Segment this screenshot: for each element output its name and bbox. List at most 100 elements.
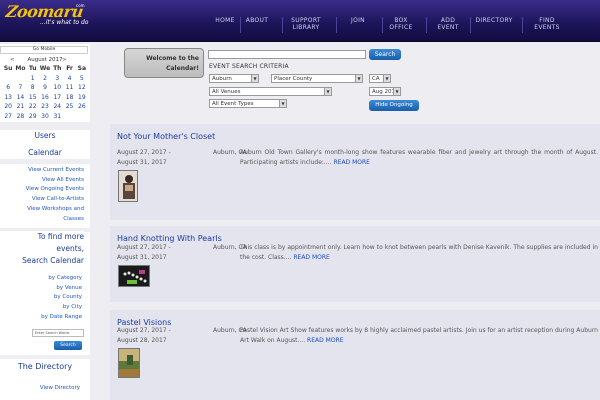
calendar-day[interactable]: 3 [51,75,63,82]
mini-calendar: < August 2017 > Su Mo Tu We Th Fr Sa 1 2… [2,56,88,121]
event-title[interactable]: Not Your Mother's Closet [117,132,215,141]
calendar-day[interactable]: 21 [14,103,26,110]
hide-ongoing-button[interactable]: Hide Ongoing [369,100,419,111]
nav-divider [282,17,283,33]
link-view-call-to-artists[interactable]: View Call-to-Artists [0,195,84,205]
weekday-label: Fr [66,65,73,73]
calendar-day[interactable]: 16 [39,94,51,101]
calendar-day[interactable]: 8 [27,84,39,91]
calendar-day[interactable]: 25 [63,103,75,110]
directory-title: The Directory [0,361,90,372]
calendar-day[interactable]: 30 [39,113,51,120]
link-view-ongoing-events[interactable]: View Ongoing Events [0,185,84,195]
state-select[interactable]: CA ▼ [369,74,391,83]
read-more-link[interactable]: READ MORE [334,159,370,166]
calendar-day[interactable]: 15 [27,94,39,101]
nav-support-library[interactable]: SUPPORT LIBRARY [286,17,326,31]
weekday-label: Th [53,65,62,73]
link-view-current-events[interactable]: View Current Events [0,166,84,176]
calendar-day[interactable]: 6 [2,84,14,91]
link-view-workshops[interactable]: View Workshops and [0,205,84,215]
event-thumbnail[interactable] [118,348,140,378]
nav-find-events[interactable]: FIND EVENTS [530,17,564,31]
event-search-button[interactable]: Search [369,49,401,60]
event-dates: August 27, 2017 - August 28, 2017 [117,326,179,346]
event-type-select[interactable]: All Event Types ▼ [209,99,287,108]
go-mobile-link[interactable]: Go Mobile [0,46,88,54]
nav-about[interactable]: ABOUT [243,17,271,24]
chevron-down-icon: ▼ [324,88,331,95]
calendar-day[interactable]: 12 [76,84,88,91]
calendar-day[interactable]: 2 [39,75,51,82]
sidebar-search-input[interactable]: Enter Search Words [32,329,84,337]
link-by-category[interactable]: by Category [0,274,82,284]
calendar-day[interactable]: 17 [51,94,63,101]
nav-home[interactable]: HOME [214,17,236,24]
calendar-day[interactable]: 4 [63,75,75,82]
calendar-day[interactable]: 18 [63,94,75,101]
weekday-label: Tu [28,65,37,73]
nav-directory[interactable]: DIRECTORY [474,17,514,24]
county-select-value: Placer County [274,76,313,82]
nav-join[interactable]: JOIN [345,17,371,24]
event-dates: August 27, 2017 - August 31, 2017 [117,243,179,263]
welcome-line-1: Welcome to the [146,55,199,62]
link-by-city[interactable]: by City [0,303,82,313]
event-title[interactable]: Hand Knotting With Pearls [117,234,222,243]
event-thumbnail[interactable] [118,170,138,202]
event-end-date: August 31, 2017 [117,254,167,261]
sidebar-divider [0,355,90,359]
read-more-link[interactable]: READ MORE [307,337,343,344]
event-description: This class is by appointment only. Learn… [240,243,598,263]
calendar-day[interactable]: 13 [2,94,14,101]
sidebar-search-button[interactable]: Search [54,341,82,350]
calendar-prev-link[interactable]: < [10,56,15,64]
link-by-county[interactable]: by County [0,293,82,303]
state-select-value: CA [372,76,380,82]
link-view-workshops-classes[interactable]: Classes [0,215,84,225]
county-select[interactable]: Placer County ▼ [271,74,363,83]
calendar-day[interactable]: 26 [76,103,88,110]
calendar-day[interactable]: 23 [39,103,51,110]
calendar-day[interactable]: 10 [51,84,63,91]
calendar-day[interactable]: 22 [27,103,39,110]
event-thumbnail[interactable] [118,265,150,287]
venue-select[interactable]: All Venues ▼ [209,87,332,96]
site-logo[interactable]: Zoomaru com ...it's what to do [5,2,102,28]
nav-divider [336,17,337,33]
calendar-day[interactable]: 31 [51,113,63,120]
calendar-day[interactable]: 7 [14,84,26,91]
calendar-weekday-row: Su Mo Tu We Th Fr Sa [2,64,88,74]
calendar-day[interactable]: 19 [76,94,88,101]
link-by-date-range[interactable]: by Date Range [0,313,82,323]
calendar-week: 13 14 15 16 17 18 19 [2,93,88,103]
link-view-directory[interactable]: View Directory [0,384,80,394]
nav-add-event[interactable]: ADD EVENT [434,17,462,31]
calendar-month: August 2017 [27,57,63,63]
calendar-day[interactable]: 11 [63,84,75,91]
calendar-day[interactable]: 14 [14,94,26,101]
users-calendar-links: View Current Events View All Events View… [0,166,84,224]
city-select[interactable]: Auburn ▼ [209,74,259,83]
event-card: Not Your Mother's Closet August 27, 2017… [110,124,600,220]
calendar-day[interactable]: 28 [14,113,26,120]
calendar-day[interactable]: 9 [39,84,51,91]
link-by-venue[interactable]: by Venue [0,284,82,294]
calendar-day[interactable]: 27 [2,113,14,120]
event-description-text: Pastel Vision Art Show features works by… [240,327,598,344]
read-more-link[interactable]: READ MORE [293,254,329,261]
find-events-title-3: Search Calendar [0,255,84,266]
calendar-day[interactable]: 29 [27,113,39,120]
calendar-day[interactable]: 1 [27,75,39,82]
event-search-input[interactable] [208,50,366,59]
calendar-day[interactable]: 20 [2,103,14,110]
link-view-all-events[interactable]: View All Events [0,176,84,186]
chevron-down-icon: ▼ [251,75,258,82]
month-select[interactable]: Aug 2017 ▼ [369,87,401,96]
calendar-day[interactable]: 5 [76,75,88,82]
calendar-next-link[interactable]: > [62,56,67,64]
calendar-day[interactable]: 24 [51,103,63,110]
nav-box-office[interactable]: BOX OFFICE [386,17,416,31]
event-end-date: August 28, 2017 [117,337,167,344]
event-start-date: August 27, 2017 - [117,149,171,156]
